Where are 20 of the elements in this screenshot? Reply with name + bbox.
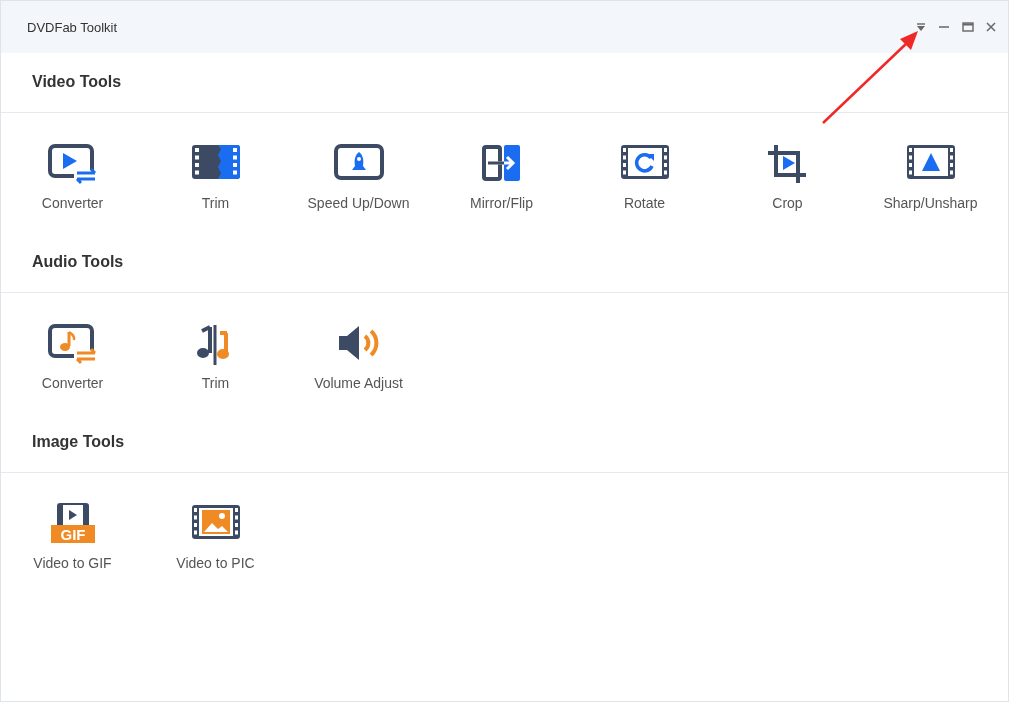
tool-label[interactable]: Converter — [41, 195, 104, 211]
tool-label[interactable]: Trim — [201, 195, 230, 211]
tool-label[interactable]: Speed Up/Down — [307, 195, 410, 211]
tool-label[interactable]: Trim — [201, 375, 230, 391]
section-heading: Video Tools — [32, 72, 122, 91]
tool-label[interactable]: Volume Adjust — [314, 375, 403, 391]
tool-label[interactable]: Rotate — [623, 195, 666, 211]
tool-label[interactable]: Crop — [772, 195, 803, 211]
section-heading: Image Tools — [32, 432, 125, 451]
window-title: DVDFab Toolkit — [27, 19, 119, 35]
close-icon[interactable] — [986, 22, 996, 32]
maximize-icon[interactable] — [962, 22, 974, 32]
dropdown-icon[interactable] — [916, 22, 926, 32]
tool-label[interactable]: Converter — [41, 375, 104, 391]
section-heading: Audio Tools — [32, 252, 124, 271]
tool-label[interactable]: Video to PIC — [176, 555, 255, 571]
tool-label[interactable]: Mirror/Flip — [470, 195, 533, 211]
gif-label: GIF — [60, 526, 85, 543]
tool-label[interactable]: Video to GIF — [33, 555, 112, 571]
tool-label[interactable]: Sharp/Unsharp — [883, 195, 978, 211]
